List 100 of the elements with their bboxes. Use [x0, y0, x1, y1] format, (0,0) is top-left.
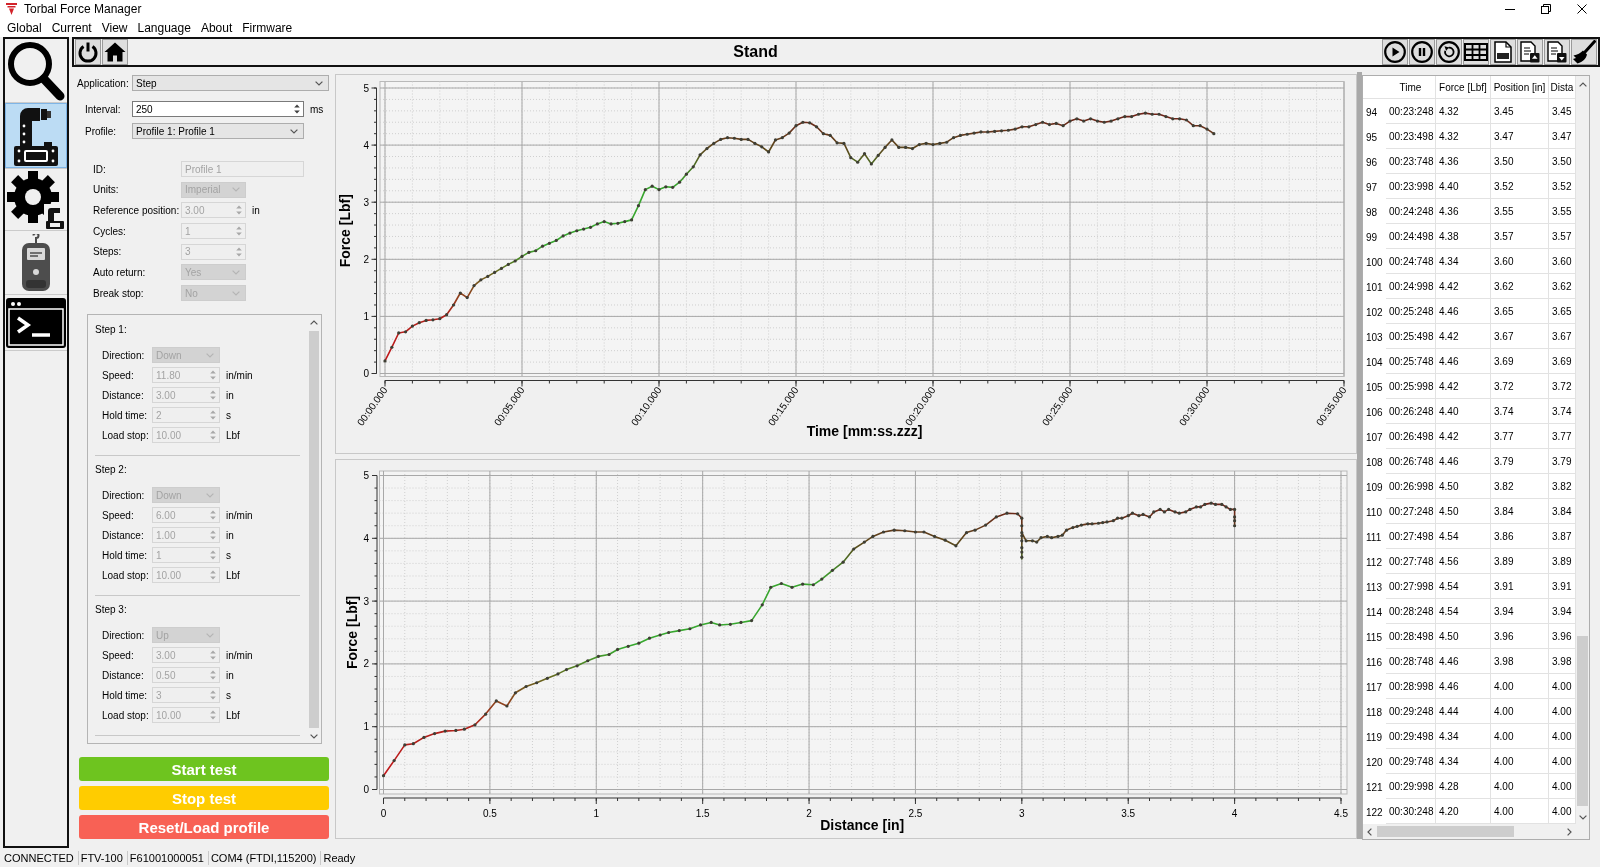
- data-point: [403, 330, 408, 334]
- table-cell: 3.98: [1491, 649, 1549, 674]
- sidebar-item[interactable]: [5, 169, 67, 231]
- field-label: Direction:: [102, 629, 146, 641]
- data-point: [790, 585, 794, 589]
- data-point: [862, 540, 866, 544]
- data-point: [1198, 124, 1202, 128]
- action-button[interactable]: Stop test: [79, 786, 329, 810]
- table-cell: 3.52: [1491, 174, 1549, 199]
- data-point: [647, 636, 652, 640]
- table-cell: 00:24:498: [1386, 224, 1436, 249]
- table-cell: 00:26:748: [1386, 449, 1436, 474]
- action-button[interactable]: Start test: [79, 757, 329, 781]
- row-number: 102: [1365, 306, 1384, 320]
- data-point: [958, 133, 962, 137]
- pdf-export-button[interactable]: [1490, 39, 1516, 65]
- power-button[interactable]: [75, 39, 101, 65]
- table-cell: 3.47: [1491, 124, 1549, 149]
- table-cell: 00:23:498: [1386, 124, 1436, 149]
- data-point: [568, 231, 572, 235]
- table-cell: 00:27:998: [1386, 574, 1436, 599]
- data-point: [1123, 114, 1127, 119]
- data-point: [443, 729, 447, 733]
- step-title: Step 2:: [95, 462, 128, 477]
- data-point: [903, 529, 907, 533]
- data-point: [698, 153, 702, 157]
- menu-item[interactable]: Language: [132, 18, 196, 37]
- reset-button[interactable]: [1436, 39, 1462, 65]
- menu-item[interactable]: Current: [46, 18, 97, 37]
- menu-item[interactable]: View: [96, 18, 133, 37]
- data-point: [417, 321, 421, 325]
- field-label: Break stop:: [93, 287, 145, 299]
- sidebar-item[interactable]: [5, 39, 67, 103]
- data-point: [582, 227, 586, 231]
- column-header[interactable]: Position [in]: [1491, 76, 1549, 99]
- data-point: [892, 528, 896, 532]
- data-point: [1191, 124, 1195, 128]
- vertical-scrollbar[interactable]: [1576, 76, 1589, 824]
- sidebar-item[interactable]: [5, 231, 67, 295]
- document-icon: [1494, 41, 1512, 63]
- sidebar-item[interactable]: [5, 295, 67, 351]
- chevron-down-icon: [315, 80, 323, 86]
- axis-tick-label: 4: [363, 532, 369, 544]
- scrollbar-thumb[interactable]: [1377, 826, 1514, 837]
- unit-label: Lbf: [226, 569, 240, 581]
- table-cell: 00:29:748: [1386, 749, 1436, 774]
- row-number: 111: [1365, 531, 1383, 545]
- horizontal-scrollbar[interactable]: [1363, 824, 1576, 839]
- unit-label: s: [226, 409, 231, 421]
- table-cell: 4.00: [1491, 749, 1549, 774]
- data-point: [835, 141, 839, 145]
- splitter-handle[interactable]: [1357, 72, 1362, 839]
- home-button[interactable]: [102, 39, 128, 65]
- data-point: [787, 131, 791, 135]
- data-point: [856, 160, 860, 164]
- table-cell: 4.42: [1436, 324, 1491, 349]
- dropdown[interactable]: Step: [132, 75, 329, 91]
- step-title: Step 3:: [95, 602, 128, 617]
- menu-item[interactable]: Firmware: [237, 18, 298, 37]
- table-cell: 3.84: [1491, 499, 1549, 524]
- pause-button[interactable]: [1409, 39, 1435, 65]
- data-point: [830, 568, 835, 572]
- axis-tick-label: 2.5: [908, 807, 923, 819]
- spin-arrows-icon[interactable]: [294, 104, 300, 114]
- sidebar-item[interactable]: [5, 103, 67, 169]
- column-header[interactable]: Force [Lbf]: [1436, 76, 1491, 99]
- axis-tick-label: 2: [363, 253, 369, 265]
- data-point: [994, 515, 998, 519]
- data-point: [472, 283, 476, 288]
- search-icon: [7, 40, 65, 101]
- vertical-scrollbar[interactable]: [308, 318, 320, 741]
- document-upload-button[interactable]: [1517, 39, 1543, 65]
- spin-box[interactable]: 250: [132, 101, 304, 117]
- play-button[interactable]: [1382, 39, 1408, 65]
- table-cell: 00:28:748: [1386, 649, 1436, 674]
- document-download-button[interactable]: [1544, 39, 1570, 65]
- data-point: [534, 249, 538, 253]
- data-point: [535, 681, 539, 685]
- data-point: [615, 647, 620, 652]
- chevron-down-icon: [206, 352, 214, 358]
- data-point: [841, 560, 845, 564]
- table-cell: 3.50: [1491, 149, 1549, 174]
- table-cell: 00:27:498: [1386, 524, 1436, 549]
- scrollbar-thumb[interactable]: [309, 331, 319, 728]
- table-cell: 00:25:998: [1386, 374, 1436, 399]
- dropdown[interactable]: Profile 1: Profile 1: [132, 123, 304, 139]
- menu-item[interactable]: Global: [2, 18, 47, 37]
- data-point: [403, 743, 407, 747]
- data-point: [811, 583, 815, 587]
- column-header[interactable]: Time: [1386, 76, 1436, 99]
- field-label: Distance:: [102, 529, 145, 541]
- scrollbar-thumb[interactable]: [1577, 636, 1588, 806]
- menu-item[interactable]: About: [195, 18, 238, 37]
- table-cell: 00:23:748: [1386, 149, 1436, 174]
- table-button[interactable]: [1463, 39, 1489, 65]
- data-point: [718, 623, 722, 627]
- action-button[interactable]: Reset/Load profile: [79, 815, 329, 839]
- data-point: [951, 136, 956, 140]
- table-cell: 3.62: [1491, 274, 1549, 299]
- clear-button[interactable]: [1571, 39, 1597, 65]
